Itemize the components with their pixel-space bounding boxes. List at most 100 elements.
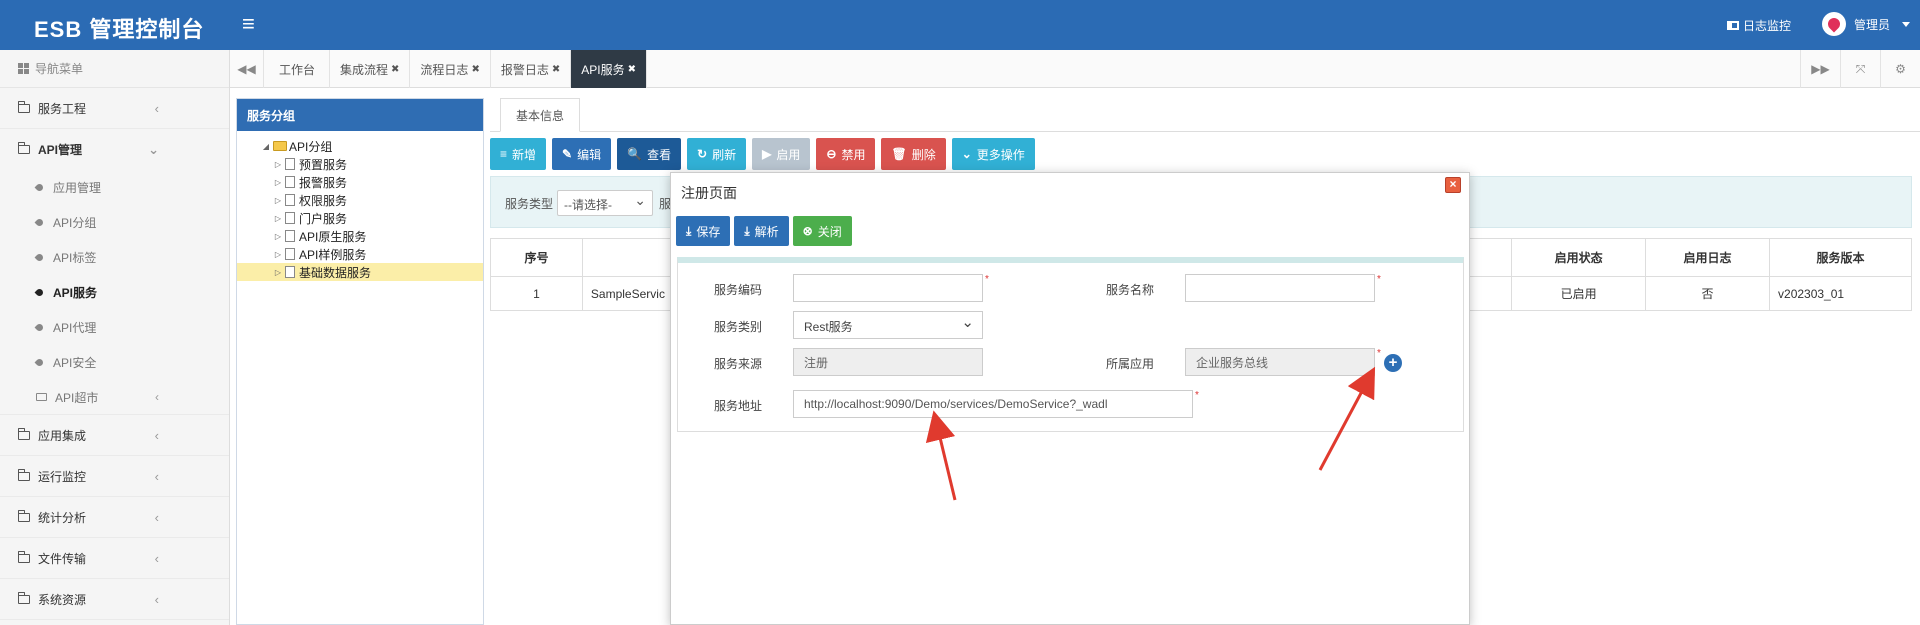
expanded-icon[interactable]: ◢ xyxy=(261,142,271,151)
sidebar-item-statistics[interactable]: 统计分析 ‹ xyxy=(0,497,229,538)
sidebar: 导航菜单 服务工程 ‹ API管理 ⌄ 应用管理 API分组 API标签 API… xyxy=(0,50,230,625)
tab-scroll-left-button[interactable]: ◀◀ xyxy=(230,50,264,88)
sidebar-item-file-transfer[interactable]: 文件传输 ‹ xyxy=(0,538,229,579)
menu-toggle-icon[interactable]: ≡ xyxy=(242,11,255,37)
button-label: 刷新 xyxy=(712,147,737,162)
button-label: 新增 xyxy=(512,147,537,162)
tree-node[interactable]: ▷ 权限服务 xyxy=(237,191,483,209)
collapsed-icon[interactable]: ▷ xyxy=(273,214,283,223)
refresh-button[interactable]: ↻ 刷新 xyxy=(687,138,747,170)
edit-button[interactable]: ✎ 编辑 xyxy=(552,138,612,170)
tree-root[interactable]: ◢ API分组 xyxy=(237,137,483,155)
tab-label: API服务 xyxy=(581,62,625,77)
collapsed-icon[interactable]: ▷ xyxy=(273,160,283,169)
parse-button[interactable]: ⤓ 解析 xyxy=(734,216,789,246)
folder-icon xyxy=(18,468,30,481)
sidebar-item-runtime-monitor[interactable]: 运行监控 ‹ xyxy=(0,456,229,497)
sidebar-item-app-integration[interactable]: 应用集成 ‹ xyxy=(0,415,229,456)
tab-scroll-right-button[interactable]: ▶▶ xyxy=(1800,50,1840,88)
collapsed-icon[interactable]: ▷ xyxy=(273,232,283,241)
tree-node-selected[interactable]: ▷ 基础数据服务 xyxy=(237,263,483,281)
close-icon[interactable]: ✖ xyxy=(628,64,636,75)
collapsed-icon[interactable]: ▷ xyxy=(273,178,283,187)
tree-node[interactable]: ▷ API原生服务 xyxy=(237,227,483,245)
sidebar-subitem-api-proxy[interactable]: API代理 xyxy=(0,310,229,345)
play-icon: ▶ xyxy=(762,147,772,161)
sidebar-item-label: 运行监控 xyxy=(38,469,87,484)
service-type-label: 服务类别 xyxy=(714,320,763,334)
location-pin-icon xyxy=(1825,15,1843,33)
tree-node[interactable]: ▷ 门户服务 xyxy=(237,209,483,227)
service-address-input[interactable] xyxy=(793,390,1193,418)
tab-workbench[interactable]: 工作台 xyxy=(265,50,331,88)
column-header[interactable]: 启用状态 xyxy=(1511,238,1647,277)
pencil-icon xyxy=(34,252,45,263)
tree-node[interactable]: ▷ 预置服务 xyxy=(237,155,483,173)
sidebar-subitem-api-tag[interactable]: API标签 xyxy=(0,240,229,275)
service-source-input xyxy=(793,348,983,376)
view-button[interactable]: 🔍 查看 xyxy=(617,138,682,170)
document-icon xyxy=(285,266,295,278)
enable-button[interactable]: ▶ 启用 xyxy=(752,138,811,170)
tab-api-service[interactable]: API服务 ✖ xyxy=(571,50,647,88)
close-icon[interactable]: ✖ xyxy=(391,64,399,75)
caret-down-icon xyxy=(1902,21,1911,27)
chevron-down-icon: ⌄ xyxy=(148,141,159,157)
disable-button[interactable]: ⊖ 禁用 xyxy=(816,138,876,170)
close-icon[interactable]: ✖ xyxy=(552,64,560,75)
user-menu[interactable]: 管理员 xyxy=(1822,12,1911,36)
service-name-input[interactable] xyxy=(1185,274,1375,302)
close-icon[interactable]: ✖ xyxy=(471,64,479,75)
tab-label: 工作台 xyxy=(279,62,316,77)
column-header[interactable]: 服务版本 xyxy=(1769,238,1912,277)
tab-flow-log[interactable]: 流程日志 ✖ xyxy=(410,50,491,88)
sidebar-subitem-api-service[interactable]: API服务 xyxy=(0,275,229,310)
chevron-left-icon: ‹ xyxy=(154,550,159,566)
app-brand: ESB 管理控制台 xyxy=(34,17,205,42)
delete-button[interactable]: 🗑 删除 xyxy=(881,138,946,170)
sidebar-subitem-app-management[interactable]: 应用管理 xyxy=(0,170,229,205)
add-button[interactable]: ≡ 新增 xyxy=(490,138,547,170)
sidebar-subitem-api-group[interactable]: API分组 xyxy=(0,205,229,240)
collapsed-icon[interactable]: ▷ xyxy=(273,268,283,277)
column-header[interactable]: 启用日志 xyxy=(1645,238,1771,277)
service-group-tree: ◢ API分组 ▷ 预置服务 ▷ 报警服务 ▷ 权限服务 ▷ 门户服务 ▷ API原生服务 … xyxy=(237,131,483,281)
folder-icon xyxy=(36,393,47,401)
button-label: 关闭 xyxy=(817,224,842,239)
subitem-label: API分组 xyxy=(53,216,97,230)
gear-icon[interactable]: ⚙ xyxy=(1880,50,1920,88)
column-header[interactable]: 序号 xyxy=(490,238,583,277)
button-label: 禁用 xyxy=(841,147,866,162)
tree-node[interactable]: ▷ 报警服务 xyxy=(237,173,483,191)
log-monitor-label: 日志监控 xyxy=(1743,19,1792,33)
service-type-select[interactable]: --请选择- xyxy=(557,190,653,216)
more-actions-button[interactable]: ⌄ 更多操作 xyxy=(951,138,1035,170)
close-button[interactable]: ⊗ 关闭 xyxy=(792,216,852,246)
sidebar-item-api-management[interactable]: API管理 ⌄ xyxy=(0,129,229,170)
add-app-icon[interactable]: + xyxy=(1384,354,1402,372)
folder-icon xyxy=(18,591,30,604)
close-icon[interactable]: × xyxy=(1445,177,1461,193)
collapsed-icon[interactable]: ▷ xyxy=(273,196,283,205)
sidebar-subitem-api-market[interactable]: API超市 ‹ xyxy=(0,380,229,415)
fullscreen-icon[interactable]: ⤧ xyxy=(1840,50,1880,88)
sidebar-subitem-api-security[interactable]: API安全 xyxy=(0,345,229,380)
tree-node-label: API分组 xyxy=(289,139,333,154)
sidebar-item-service-project[interactable]: 服务工程 ‹ xyxy=(0,88,229,129)
save-button[interactable]: ⤓ 保存 xyxy=(676,216,731,246)
sidebar-item-system-resources[interactable]: 系统资源 ‹ xyxy=(0,579,229,620)
tab-integration-flow[interactable]: 集成流程 ✖ xyxy=(330,50,411,88)
pencil-icon xyxy=(34,182,45,193)
service-type-select[interactable]: Rest服务 xyxy=(793,311,983,339)
dialog-title: 注册页面 xyxy=(681,185,737,201)
chevron-left-icon: ‹ xyxy=(154,591,159,607)
tree-node[interactable]: ▷ API样例服务 xyxy=(237,245,483,263)
subitem-label: API安全 xyxy=(53,356,97,370)
folder-icon xyxy=(273,141,287,151)
tab-alarm-log[interactable]: 报警日志 ✖ xyxy=(491,50,572,88)
service-code-input[interactable] xyxy=(793,274,983,302)
log-monitor-link[interactable]: 日志监控 xyxy=(1727,17,1791,34)
tab-basic-info[interactable]: 基本信息 xyxy=(500,98,580,132)
list-icon: ≡ xyxy=(500,147,508,161)
collapsed-icon[interactable]: ▷ xyxy=(273,250,283,259)
